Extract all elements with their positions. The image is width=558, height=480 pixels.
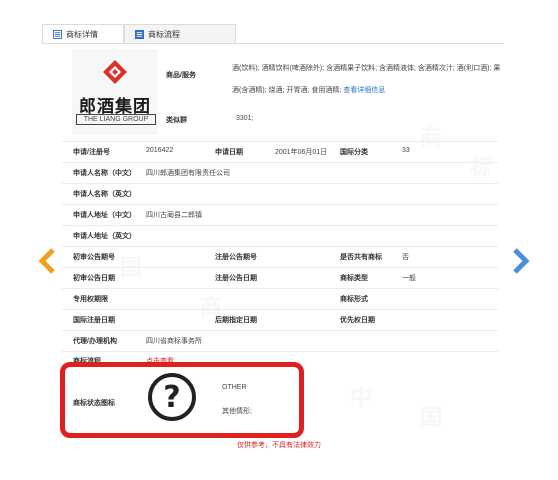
reg-pub-no-label: 注册公告期号	[215, 254, 257, 261]
status-code: OTHER	[222, 384, 247, 391]
agency-value: 四川省商标事务所	[146, 338, 202, 345]
intl-class-value: 33	[402, 147, 410, 154]
mark-type-value: 一般	[402, 275, 416, 282]
address-cn-value: 四川古蔺县二郎镇	[146, 212, 202, 219]
tab-divider	[42, 43, 504, 44]
svg-text:?: ?	[163, 380, 180, 415]
mark-type-label: 商标类型	[340, 275, 368, 282]
address-en-label: 申请人地址（英文）	[73, 233, 136, 240]
app-date-value: 2001年06月01日	[275, 149, 328, 156]
reg-pub-date-label: 注册公告日期	[215, 275, 257, 282]
agency-label: 代理/办理机构	[73, 338, 117, 345]
tab-bar: 商标详情 商标流程	[42, 24, 236, 44]
similar-group-label: 类似群	[166, 117, 187, 124]
prelim-date-label: 初审公告日期	[73, 275, 115, 282]
view-details-link[interactable]: 查看详细信息	[343, 87, 385, 94]
status-icon-label: 商标状态图标	[73, 400, 115, 407]
question-mark-icon: ?	[148, 373, 196, 421]
late-date-label: 后期指定日期	[215, 317, 257, 324]
watermark: 中	[350, 385, 373, 410]
mark-form-label: 商标形式	[340, 296, 368, 303]
address-cn-label: 申请人地址（中文）	[73, 212, 136, 219]
intl-reg-date-label: 国际注册日期	[73, 317, 115, 324]
priority-date-label: 优先权日期	[340, 317, 375, 324]
shared-label: 是否共有商标	[340, 254, 382, 261]
watermark: 标	[470, 155, 493, 180]
applicant-cn-value: 四川郎酒集团有限责任公司	[146, 170, 230, 177]
trademark-logo: 郎酒集团 THE LIANG GROUP	[72, 49, 158, 135]
status-description: 其他情形;	[222, 408, 252, 415]
goods-list: 酒(饮料); 酒精饮料(啤酒除外); 含酒精果子饮料; 含酒精液体; 含酒精次汁…	[232, 58, 502, 102]
tab-label: 商标流程	[148, 29, 180, 39]
document-icon	[53, 29, 62, 39]
previous-arrow-icon[interactable]	[38, 248, 56, 274]
intl-class-label: 国际分类	[340, 149, 368, 156]
app-date-label: 申请日期	[215, 149, 243, 156]
disclaimer: 仅供参考，不具有法律效力	[237, 442, 321, 449]
reg-no-label: 申请/注册号	[73, 149, 110, 156]
tab-trademark-details[interactable]: 商标详情	[42, 24, 124, 44]
prelim-no-label: 初审公告期号	[73, 254, 115, 261]
next-arrow-icon[interactable]	[512, 248, 530, 274]
similar-group-value: 3301;	[236, 115, 254, 122]
tab-label: 商标详情	[66, 29, 98, 39]
goods-label: 商品/服务	[166, 72, 196, 79]
watermark: 商	[420, 125, 443, 150]
applicant-cn-label: 申请人名称（中文）	[73, 170, 136, 177]
shared-value: 否	[402, 254, 409, 261]
logo-english-text: THE LIANG GROUP	[76, 114, 156, 125]
tab-trademark-process[interactable]: 商标流程	[124, 24, 236, 44]
applicant-en-label: 申请人名称（英文）	[73, 191, 136, 198]
reg-no-value: 2016422	[146, 147, 174, 154]
exclusive-label: 专用权期限	[73, 296, 108, 303]
watermark: 国	[420, 405, 443, 430]
logo-mark-icon	[103, 60, 127, 84]
list-icon	[135, 29, 144, 39]
watermark: 国	[120, 255, 143, 280]
